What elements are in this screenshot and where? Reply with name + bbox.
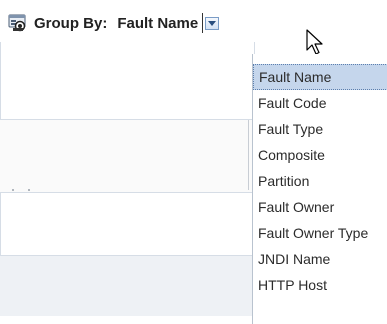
dotted-separator: [12, 178, 52, 209]
results-panel-top: [0, 42, 255, 120]
dropdown-option-fault-name[interactable]: Fault Name: [253, 64, 387, 90]
dropdown-option-fault-owner[interactable]: Fault Owner: [253, 194, 387, 220]
mouse-cursor-icon: [306, 29, 323, 55]
results-panel-gap: [0, 120, 255, 192]
group-by-toolbar: Group By: Fault Name: [8, 10, 220, 36]
group-by-label: Group By:: [34, 14, 108, 32]
dropdown-option-fault-type[interactable]: Fault Type: [253, 116, 387, 142]
dropdown-option-fault-code[interactable]: Fault Code: [253, 90, 387, 116]
group-by-icon[interactable]: [8, 14, 28, 32]
dropdown-option-fault-owner-type[interactable]: Fault Owner Type: [253, 220, 387, 246]
select-divider: [202, 13, 204, 33]
column-divider: [248, 120, 249, 190]
dropdown-option-partition[interactable]: Partition: [253, 168, 387, 194]
group-by-value[interactable]: Fault Name: [117, 15, 198, 32]
dropdown-option-http-host[interactable]: HTTP Host: [253, 272, 387, 298]
dropdown-option-composite[interactable]: Composite: [253, 142, 387, 168]
chevron-down-icon[interactable]: [205, 16, 220, 30]
group-by-dropdown-list: Fault Name Fault Code Fault Type Composi…: [252, 54, 387, 324]
footer-strip: [0, 256, 255, 316]
dropdown-option-jndi-name[interactable]: JNDI Name: [253, 246, 387, 272]
results-panel-bottom: [0, 192, 255, 256]
